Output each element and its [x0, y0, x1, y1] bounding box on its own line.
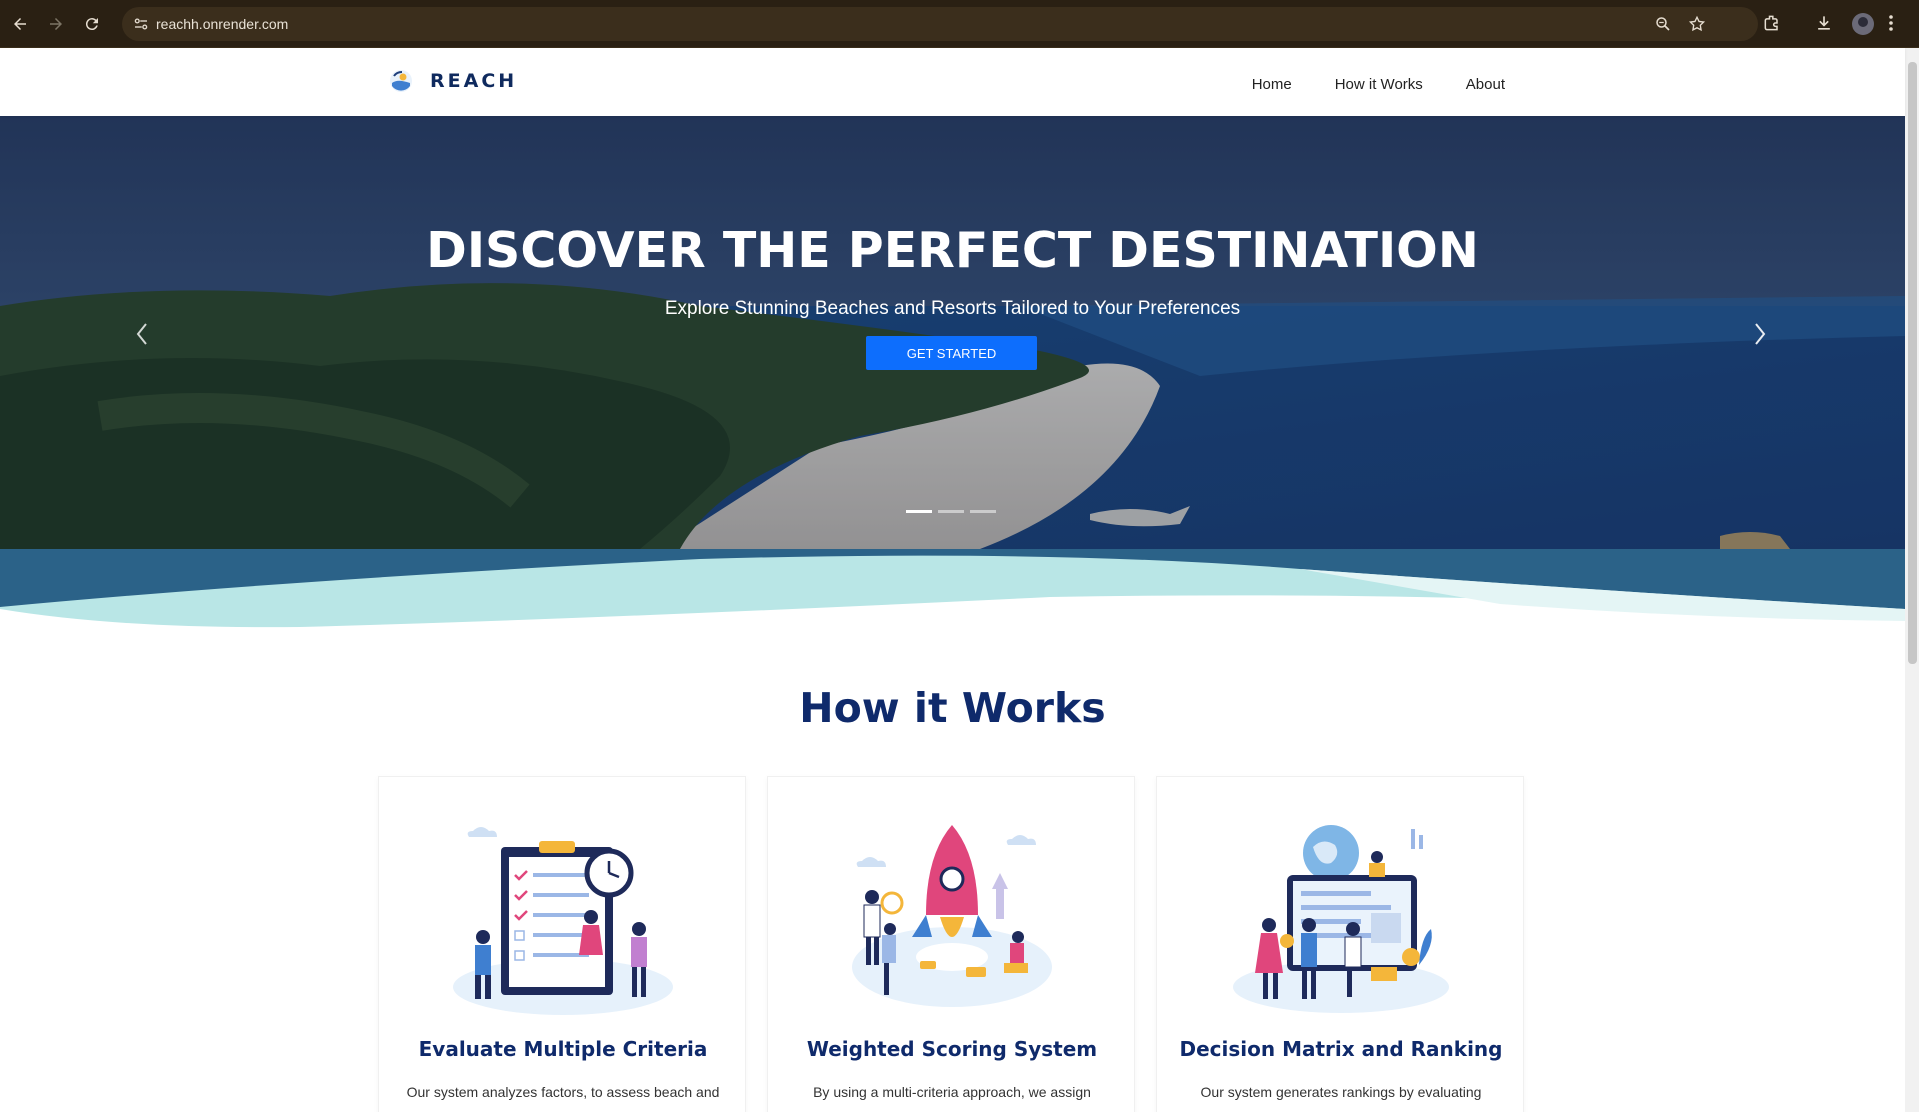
carousel-prev-icon[interactable] [128, 314, 156, 354]
hero-overlay [0, 116, 1905, 549]
hero-title: DISCOVER THE PERFECT DESTINATION [426, 222, 1479, 279]
nav-about[interactable]: About [1466, 76, 1505, 93]
card-title: Decision Matrix and Ranking [1179, 1037, 1503, 1061]
feature-card-ranking: Decision Matrix and Ranking Our system g… [1156, 776, 1524, 1112]
nav-home[interactable]: Home [1252, 76, 1292, 93]
nav-how-it-works[interactable]: How it Works [1335, 76, 1423, 93]
checklist-illustration [453, 827, 673, 1015]
carousel-indicator-1[interactable] [906, 510, 932, 513]
how-it-works-title: How it Works [799, 684, 1106, 732]
page-scrollbar[interactable] [1905, 48, 1919, 1112]
carousel-indicators [906, 510, 996, 513]
site-header: REACH Home How it Works About [0, 48, 1905, 116]
card-title: Weighted Scoring System [806, 1037, 1098, 1061]
decision-matrix-illustration [1233, 825, 1449, 1013]
browser-toolbar: reachh.onrender.com [0, 0, 1919, 48]
main-nav: Home How it Works About [1252, 76, 1505, 93]
menu-kebab-icon[interactable] [1886, 12, 1896, 34]
forward-icon[interactable] [44, 12, 68, 36]
rocket-illustration [852, 825, 1052, 1007]
carousel-indicator-2[interactable] [938, 510, 964, 513]
feature-card-scoring: Weighted Scoring System By using a multi… [767, 776, 1135, 1112]
download-icon[interactable] [1814, 13, 1834, 33]
hero-subtitle: Explore Stunning Beaches and Resorts Tai… [664, 298, 1241, 319]
zoom-icon[interactable] [1654, 15, 1672, 33]
reach-logo-icon [390, 70, 412, 92]
url-text[interactable]: reachh.onrender.com [156, 16, 288, 32]
feature-card-criteria: Evaluate Multiple Criteria Our system an… [378, 776, 746, 1112]
card-text: Our system analyzes factors, to assess b… [406, 1084, 720, 1100]
reload-icon[interactable] [80, 12, 104, 36]
carousel-next-icon[interactable] [1746, 314, 1774, 354]
extensions-icon[interactable] [1762, 13, 1782, 33]
card-text: Our system generates rankings by evaluat… [1200, 1084, 1482, 1100]
hero-carousel: DISCOVER THE PERFECT DESTINATION Explore… [0, 116, 1905, 549]
carousel-indicator-3[interactable] [970, 510, 996, 513]
address-bar[interactable]: reachh.onrender.com [122, 7, 1758, 41]
scrollbar-thumb[interactable] [1908, 62, 1917, 664]
site-settings-icon[interactable] [132, 15, 150, 33]
brand[interactable]: REACH [388, 68, 517, 94]
get-started-button[interactable]: GET STARTED [866, 336, 1037, 370]
card-title: Evaluate Multiple Criteria [418, 1037, 708, 1061]
page-viewport: REACH Home How it Works About DISCOVER T… [0, 48, 1919, 1112]
card-text: By using a multi-criteria approach, we a… [813, 1084, 1091, 1100]
profile-avatar[interactable] [1852, 13, 1874, 35]
back-icon[interactable] [8, 12, 32, 36]
wave-divider [0, 549, 1905, 639]
bookmark-star-icon[interactable] [1688, 15, 1706, 33]
brand-name: REACH [430, 70, 518, 92]
